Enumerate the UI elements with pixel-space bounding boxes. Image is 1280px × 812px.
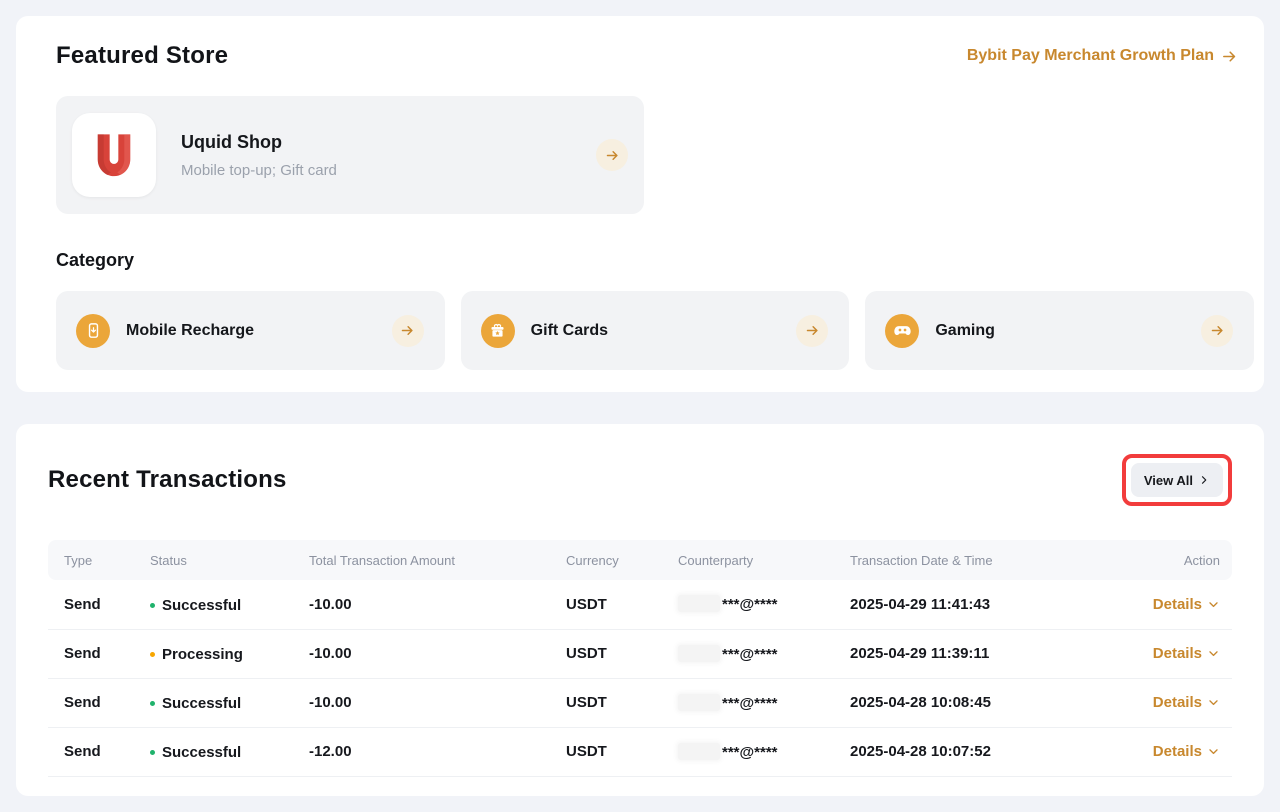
transactions-table: Type Status Total Transaction Amount Cur… — [48, 540, 1232, 777]
column-header-action: Action — [1120, 540, 1232, 580]
redacted-counterparty-blur — [678, 694, 720, 711]
tx-type: Send — [64, 645, 101, 662]
tx-amount: -10.00 — [309, 596, 352, 613]
tx-currency: USDT — [566, 743, 607, 760]
view-all-highlight-box: View All — [1122, 454, 1232, 506]
chevron-down-icon — [1207, 647, 1220, 660]
details-link[interactable]: Details — [1153, 596, 1220, 613]
chevron-down-icon — [1207, 745, 1220, 758]
status-badge: Successful — [150, 744, 241, 761]
status-badge: Processing — [150, 646, 243, 663]
tx-amount: -10.00 — [309, 694, 352, 711]
column-header-type: Type — [48, 540, 150, 580]
category-row: Mobile Recharge Gift Cards — [56, 291, 1254, 370]
recent-transactions-card: Recent Transactions View All Type Status… — [16, 424, 1264, 796]
category-card-gift-cards[interactable]: Gift Cards — [461, 291, 850, 370]
featured-store-title: Featured Store — [56, 42, 228, 70]
tx-type: Send — [64, 596, 101, 613]
arrow-right-icon[interactable] — [392, 315, 424, 347]
category-label: Gaming — [935, 322, 1201, 340]
tx-datetime: 2025-04-28 10:07:52 — [850, 743, 991, 760]
arrow-right-icon[interactable] — [1201, 315, 1233, 347]
column-header-status: Status — [150, 540, 309, 580]
featured-store-card: Featured Store Bybit Pay Merchant Growth… — [16, 16, 1264, 392]
details-label: Details — [1153, 743, 1202, 760]
tx-counterparty: ***@**** — [722, 695, 778, 712]
tx-counterparty: ***@**** — [722, 744, 778, 761]
status-dot-icon — [150, 603, 155, 608]
tx-status: Successful — [162, 695, 241, 712]
table-row: Send Processing -10.00 USDT ***@**** 202… — [48, 629, 1232, 678]
redacted-counterparty-blur — [678, 595, 720, 612]
redacted-counterparty-blur — [678, 743, 720, 760]
column-header-amount: Total Transaction Amount — [309, 540, 566, 580]
tx-datetime: 2025-04-29 11:41:43 — [850, 596, 990, 613]
category-title: Category — [56, 250, 1238, 271]
tx-datetime: 2025-04-29 11:39:11 — [850, 645, 989, 662]
table-row: Send Successful -12.00 USDT ***@**** 202… — [48, 727, 1232, 776]
arrow-right-icon[interactable] — [596, 139, 628, 171]
details-link[interactable]: Details — [1153, 694, 1220, 711]
tx-type: Send — [64, 743, 101, 760]
table-header-row: Type Status Total Transaction Amount Cur… — [48, 540, 1232, 580]
tx-status: Processing — [162, 646, 243, 663]
category-card-gaming[interactable]: Gaming — [865, 291, 1254, 370]
details-link[interactable]: Details — [1153, 743, 1220, 760]
table-row: Send Successful -10.00 USDT ***@**** 202… — [48, 678, 1232, 727]
tx-datetime: 2025-04-28 10:08:45 — [850, 694, 991, 711]
chevron-down-icon — [1207, 598, 1220, 611]
store-description: Mobile top-up; Gift card — [181, 162, 596, 179]
chevron-right-icon — [1198, 474, 1210, 486]
chevron-down-icon — [1207, 696, 1220, 709]
merchant-growth-plan-label: Bybit Pay Merchant Growth Plan — [967, 47, 1214, 65]
tx-currency: USDT — [566, 596, 607, 613]
table-row: Send Successful -10.00 USDT ***@**** 202… — [48, 580, 1232, 629]
tx-currency: USDT — [566, 694, 607, 711]
merchant-growth-plan-link[interactable]: Bybit Pay Merchant Growth Plan — [967, 47, 1238, 65]
tx-amount: -10.00 — [309, 645, 352, 662]
status-dot-icon — [150, 701, 155, 706]
status-dot-icon — [150, 652, 155, 657]
recent-transactions-title: Recent Transactions — [48, 466, 287, 494]
status-badge: Successful — [150, 695, 241, 712]
gamepad-icon — [885, 314, 919, 348]
tx-amount: -12.00 — [309, 743, 352, 760]
column-header-counterparty: Counterparty — [678, 540, 850, 580]
details-label: Details — [1153, 645, 1202, 662]
view-all-button[interactable]: View All — [1131, 463, 1223, 497]
store-tile-uquid[interactable]: Uquid Shop Mobile top-up; Gift card — [56, 96, 644, 214]
tx-status: Successful — [162, 744, 241, 761]
tx-counterparty: ***@**** — [722, 596, 778, 613]
details-label: Details — [1153, 596, 1202, 613]
status-dot-icon — [150, 750, 155, 755]
category-label: Gift Cards — [531, 322, 797, 340]
tx-type: Send — [64, 694, 101, 711]
store-name: Uquid Shop — [181, 132, 596, 153]
mobile-recharge-icon — [76, 314, 110, 348]
details-link[interactable]: Details — [1153, 645, 1220, 662]
redacted-counterparty-blur — [678, 645, 720, 662]
arrow-right-icon[interactable] — [796, 315, 828, 347]
category-card-mobile-recharge[interactable]: Mobile Recharge — [56, 291, 445, 370]
column-header-currency: Currency — [566, 540, 678, 580]
uquid-logo — [72, 113, 156, 197]
status-badge: Successful — [150, 597, 241, 614]
category-label: Mobile Recharge — [126, 322, 392, 340]
arrow-right-icon — [1221, 48, 1238, 65]
details-label: Details — [1153, 694, 1202, 711]
gift-icon — [481, 314, 515, 348]
tx-status: Successful — [162, 597, 241, 614]
tx-currency: USDT — [566, 645, 607, 662]
view-all-label: View All — [1144, 473, 1193, 488]
column-header-datetime: Transaction Date & Time — [850, 540, 1120, 580]
tx-counterparty: ***@**** — [722, 646, 778, 663]
